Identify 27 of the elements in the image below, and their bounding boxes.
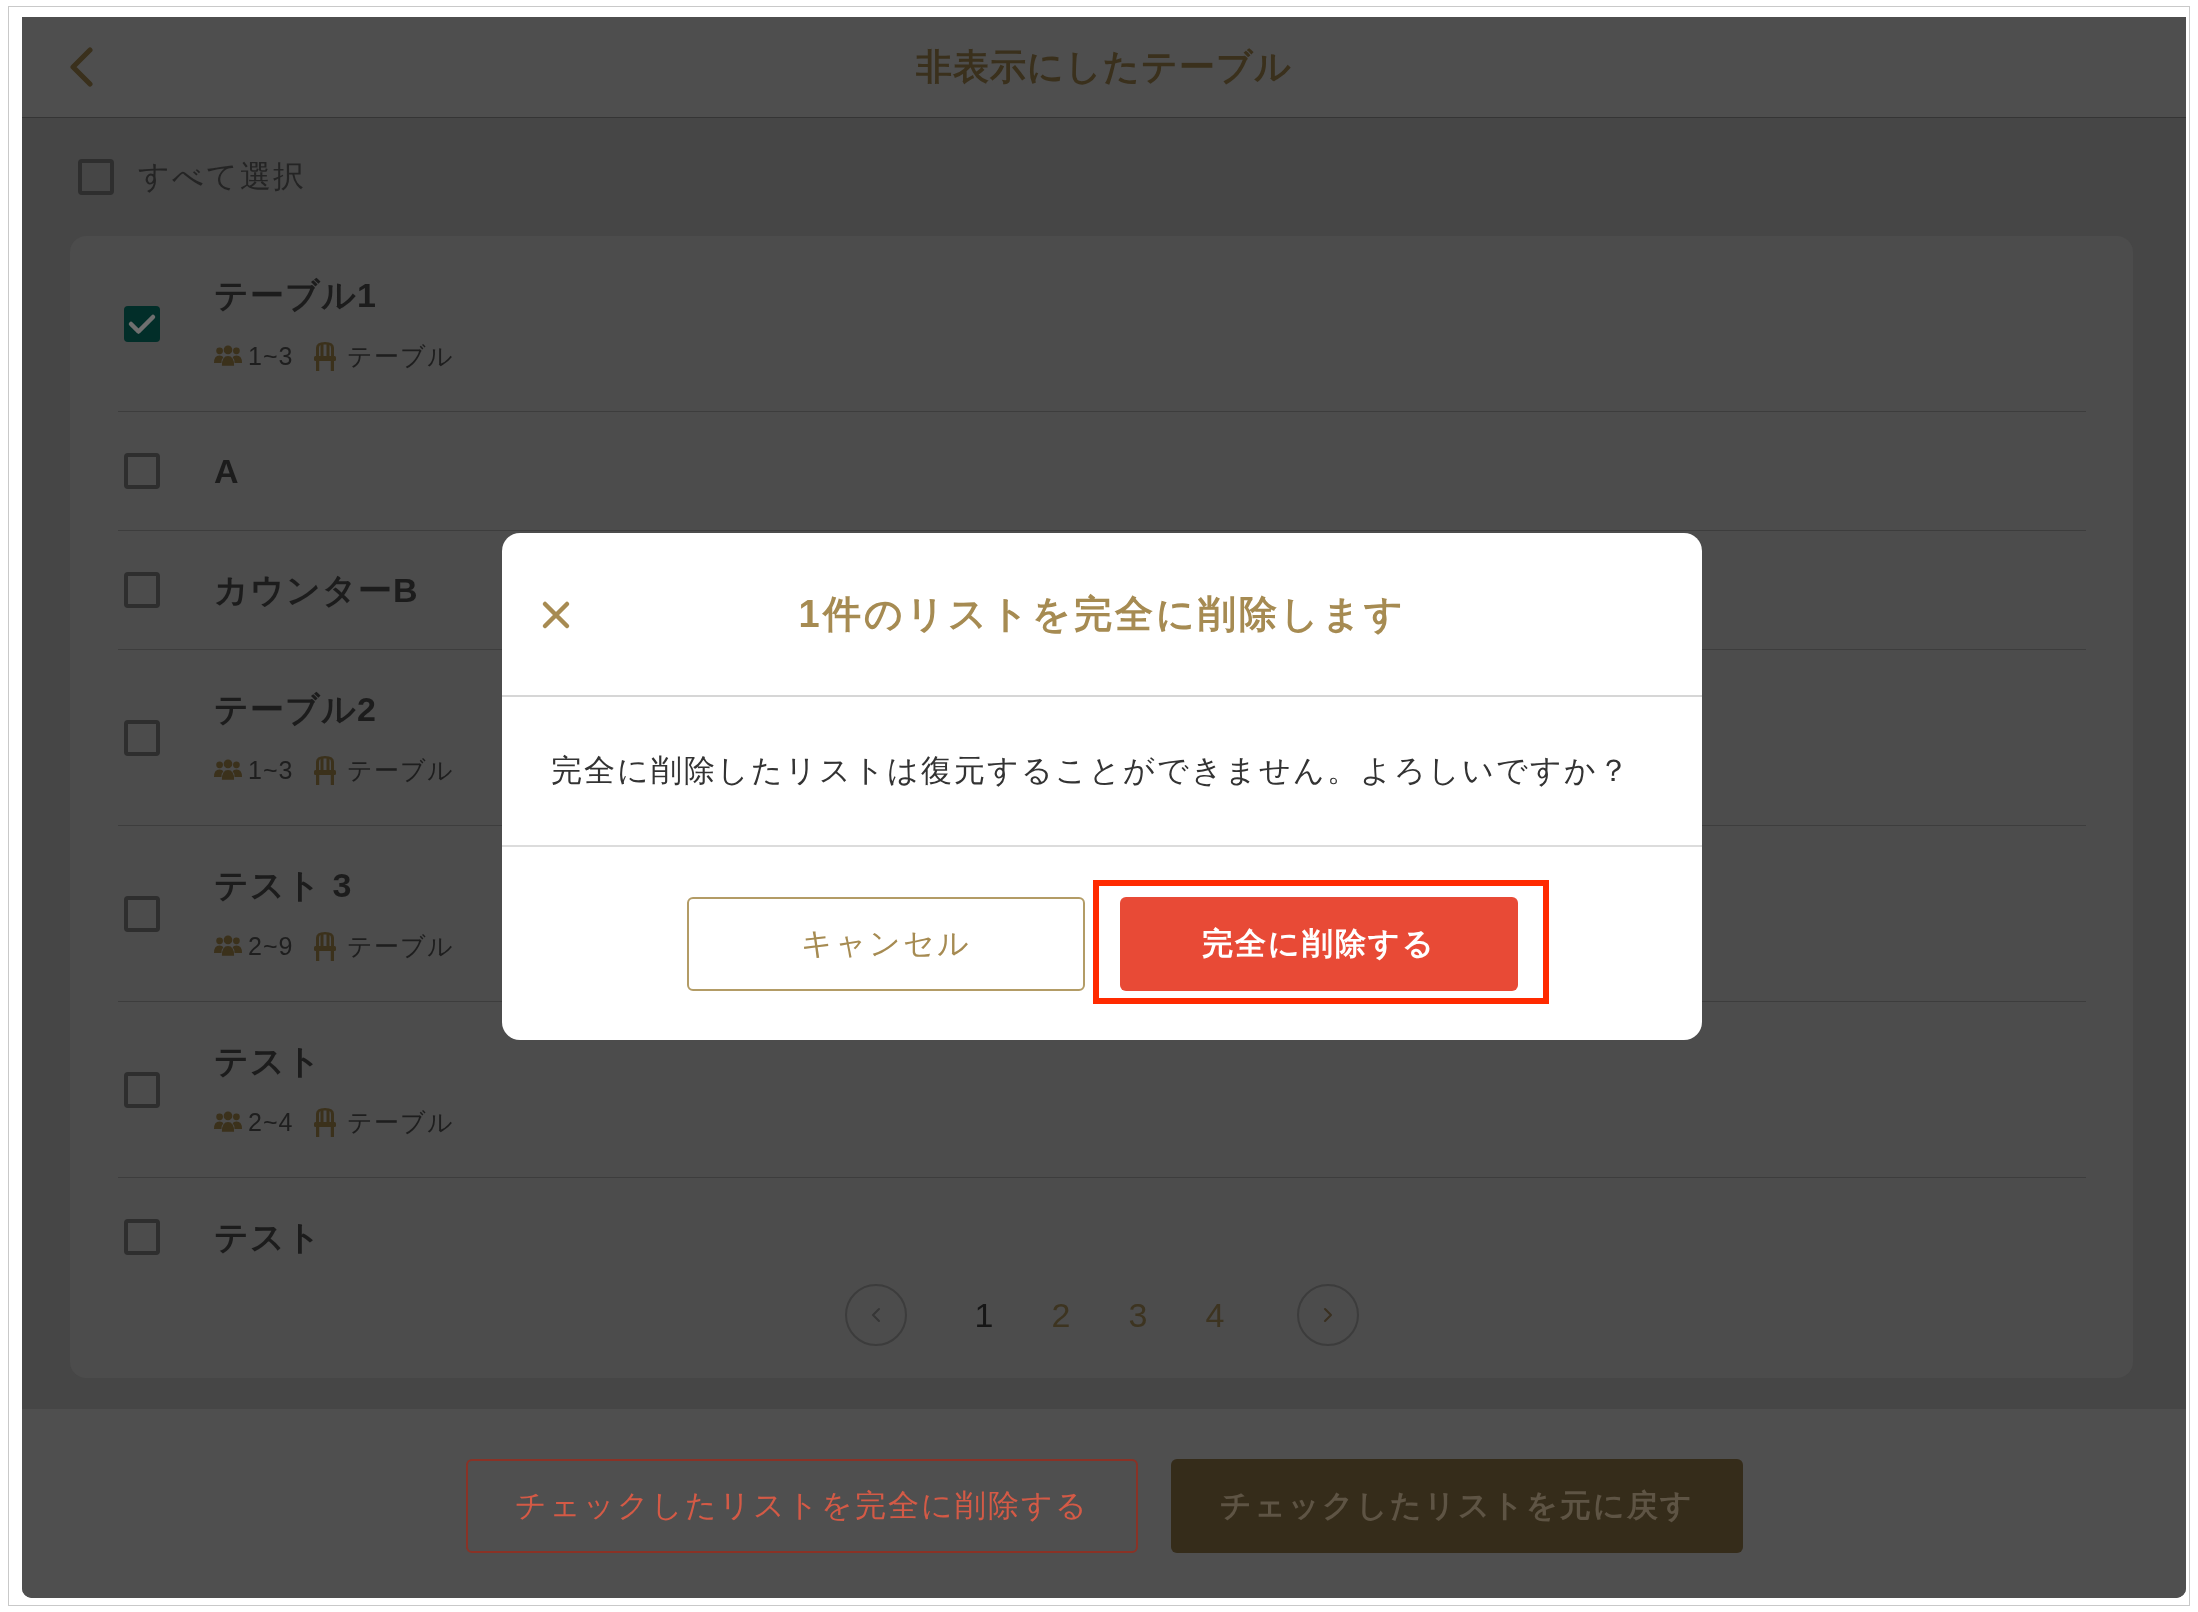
- chair-icon: [313, 340, 338, 371]
- checkbox[interactable]: [124, 572, 160, 608]
- checkbox[interactable]: [78, 159, 114, 195]
- checkbox[interactable]: [124, 453, 160, 489]
- delete-button[interactable]: 完全に削除する: [1119, 897, 1518, 991]
- chair-icon: [313, 930, 338, 961]
- checkbox[interactable]: [124, 719, 160, 756]
- chair-icon: [313, 1106, 338, 1137]
- chevron-right-icon: [1323, 1306, 1333, 1323]
- dialog-title: 1件のリストを完全に削除します: [798, 592, 1406, 637]
- checkbox[interactable]: [124, 305, 160, 342]
- back-button[interactable]: [68, 47, 94, 87]
- chevron-left-icon: [68, 47, 94, 87]
- dialog-message: 完全に削除したリストは復元することができません。よろしいですか？: [551, 752, 1631, 790]
- checkbox[interactable]: [124, 1071, 160, 1108]
- next-page-button[interactable]: [1297, 1283, 1359, 1346]
- people-icon: [214, 345, 242, 366]
- checkbox[interactable]: [124, 895, 160, 932]
- close-button[interactable]: [541, 600, 571, 630]
- delete-checked-button[interactable]: チェックしたリストを完全に削除する: [465, 1459, 1138, 1553]
- close-icon: [541, 600, 571, 630]
- cancel-button[interactable]: キャンセル: [686, 897, 1085, 991]
- checkbox[interactable]: [124, 1219, 160, 1255]
- people-icon: [214, 935, 242, 956]
- people-icon: [214, 759, 242, 780]
- chair-icon: [313, 754, 338, 785]
- people-icon: [214, 1111, 242, 1132]
